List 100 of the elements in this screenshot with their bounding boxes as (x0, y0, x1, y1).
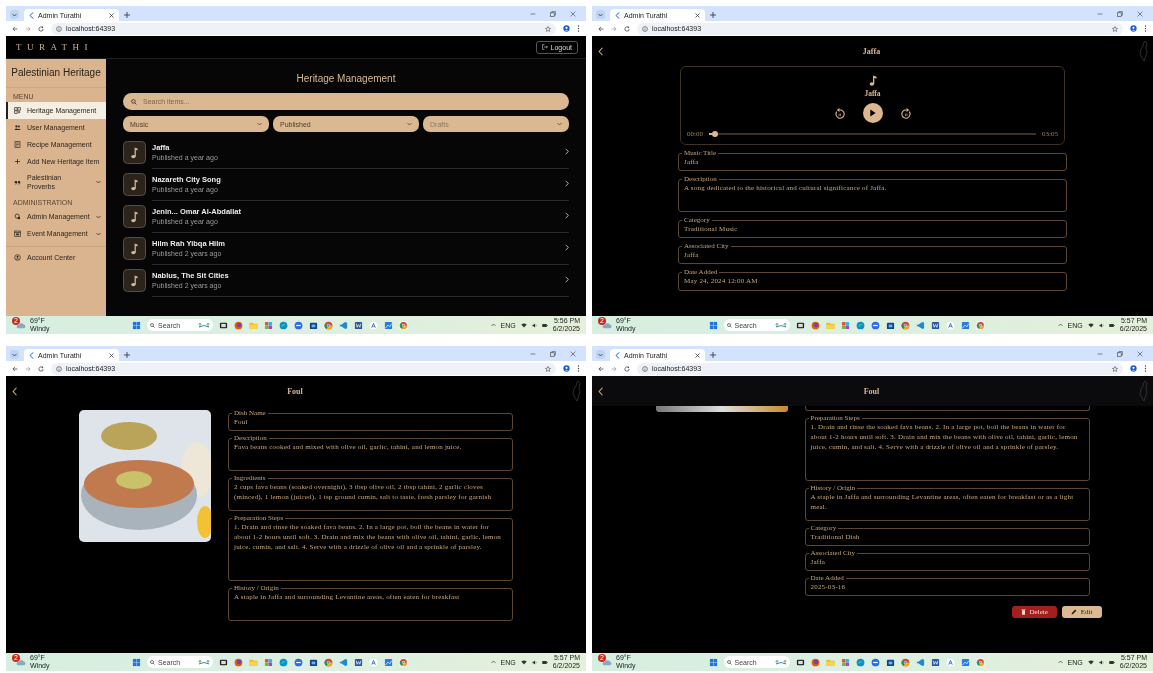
info-icon[interactable] (642, 365, 648, 372)
windows-logo-icon[interactable] (708, 657, 718, 667)
store-icon[interactable] (885, 320, 895, 330)
image-app-icon[interactable] (960, 657, 970, 667)
restore-icon[interactable] (1117, 10, 1123, 17)
tab-list-button[interactable] (596, 350, 605, 359)
info-icon[interactable] (56, 25, 62, 32)
windows-logo-icon[interactable] (132, 657, 141, 667)
close-icon[interactable] (1137, 350, 1143, 357)
menu-icon[interactable] (577, 25, 580, 32)
forward-arrow-icon[interactable] (611, 25, 617, 32)
chevron-right-icon[interactable] (565, 276, 569, 283)
battery-icon[interactable] (1108, 322, 1115, 328)
windows-logo-icon[interactable] (132, 320, 141, 330)
task-view-icon[interactable] (795, 657, 805, 667)
close-icon[interactable] (109, 12, 114, 18)
app-icon[interactable] (870, 657, 880, 667)
menu-icon[interactable] (577, 365, 580, 372)
browser-icon[interactable] (810, 657, 820, 667)
document-icon[interactable] (354, 320, 363, 330)
browser-icon[interactable] (975, 320, 985, 330)
app-icon[interactable] (369, 320, 378, 330)
restore-icon[interactable] (550, 350, 556, 357)
app-icon[interactable] (294, 657, 303, 667)
new-tab-icon[interactable] (124, 352, 130, 358)
volume-icon[interactable] (1098, 659, 1104, 665)
browser-icon[interactable] (855, 657, 865, 667)
chevron-right-icon[interactable] (565, 148, 569, 155)
forward-arrow-icon[interactable] (611, 365, 617, 372)
tray-caret-icon[interactable] (1057, 660, 1063, 664)
browser-icon[interactable] (324, 657, 333, 667)
close-icon[interactable] (695, 12, 700, 18)
forward-icon[interactable] (900, 107, 912, 119)
back-arrow-icon[interactable] (598, 365, 604, 372)
wifi-icon[interactable] (1087, 322, 1094, 328)
new-tab-icon[interactable] (710, 12, 716, 18)
code-editor-icon[interactable] (339, 657, 348, 667)
rewind-icon[interactable] (833, 107, 845, 119)
close-icon[interactable] (1137, 10, 1143, 17)
tab-list-button[interactable] (596, 10, 605, 19)
store-icon[interactable] (309, 657, 318, 667)
battery-icon[interactable] (541, 659, 548, 665)
wifi-icon[interactable] (1087, 659, 1094, 665)
app-icon[interactable] (264, 657, 273, 667)
image-app-icon[interactable] (384, 657, 393, 667)
browser-icon[interactable] (234, 657, 243, 667)
weather-icon[interactable] (15, 657, 26, 667)
back-arrow-icon[interactable] (598, 25, 604, 32)
app-icon[interactable] (870, 320, 880, 330)
app-icon[interactable] (294, 320, 303, 330)
browser-icon[interactable] (399, 320, 408, 330)
windows-logo-icon[interactable] (708, 320, 718, 330)
profile-icon[interactable] (563, 365, 570, 372)
code-editor-icon[interactable] (915, 657, 925, 667)
back-arrow-icon[interactable] (12, 25, 18, 32)
bookmark-star-icon[interactable] (545, 25, 551, 32)
chevron-right-icon[interactable] (565, 180, 569, 187)
close-icon[interactable] (570, 350, 576, 357)
back-arrow-icon[interactable] (12, 365, 18, 372)
close-icon[interactable] (109, 352, 114, 358)
code-editor-icon[interactable] (339, 320, 348, 330)
info-icon[interactable] (56, 365, 62, 372)
app-icon[interactable] (369, 657, 378, 667)
reload-icon[interactable] (38, 365, 44, 372)
wifi-icon[interactable] (520, 659, 527, 665)
back-icon[interactable] (12, 386, 18, 396)
chevron-right-icon[interactable] (565, 244, 569, 251)
slider-thumb[interactable] (712, 130, 719, 137)
app-icon[interactable] (945, 320, 955, 330)
profile-icon[interactable] (563, 25, 570, 32)
volume-icon[interactable] (531, 322, 537, 328)
weather-icon[interactable] (15, 320, 26, 330)
browser-icon[interactable] (900, 657, 910, 667)
reload-icon[interactable] (38, 25, 44, 32)
app-icon[interactable] (264, 320, 273, 330)
play-button[interactable] (862, 103, 883, 123)
browser-icon[interactable] (399, 657, 408, 667)
browser-icon[interactable] (855, 320, 865, 330)
task-view-icon[interactable] (795, 320, 805, 330)
battery-icon[interactable] (1108, 659, 1115, 665)
browser-icon[interactable] (234, 320, 243, 330)
bookmark-star-icon[interactable] (545, 365, 551, 372)
restore-icon[interactable] (550, 10, 556, 17)
back-icon[interactable] (598, 46, 604, 56)
tab-list-button[interactable] (10, 10, 19, 19)
tray-caret-icon[interactable] (1057, 323, 1063, 327)
app-icon[interactable] (945, 657, 955, 667)
forward-arrow-icon[interactable] (25, 25, 31, 32)
browser-icon[interactable] (279, 657, 288, 667)
app-icon[interactable] (840, 657, 850, 667)
profile-icon[interactable] (1130, 365, 1137, 372)
info-icon[interactable] (642, 25, 648, 32)
browser-icon[interactable] (324, 320, 333, 330)
browser-icon[interactable] (279, 320, 288, 330)
task-view-icon[interactable] (219, 657, 228, 667)
new-tab-icon[interactable] (124, 12, 130, 18)
wifi-icon[interactable] (520, 322, 527, 328)
store-icon[interactable] (885, 657, 895, 667)
browser-icon[interactable] (975, 657, 985, 667)
profile-icon[interactable] (1130, 25, 1137, 32)
